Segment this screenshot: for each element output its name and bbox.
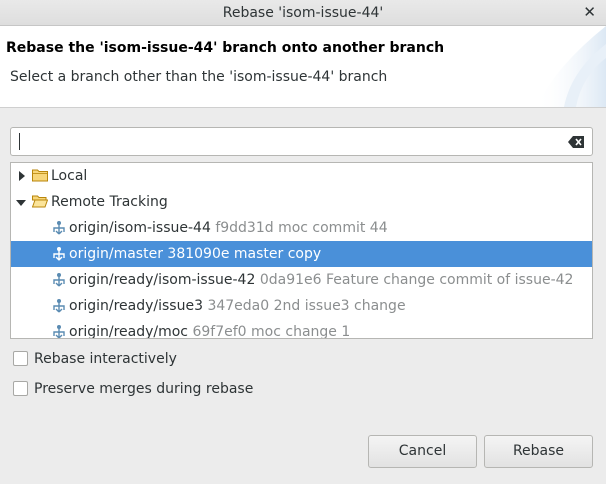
filter-field[interactable]	[10, 127, 593, 156]
remote-branch-icon	[53, 325, 65, 338]
branch-tree[interactable]: Local Remote Tracking origin/isom-issue-…	[10, 162, 593, 339]
expand-arrow-icon[interactable]	[18, 171, 26, 181]
branch-commit-info: f9dd31d moc commit 44	[215, 220, 388, 236]
remote-branch-icon	[53, 273, 65, 287]
branch-commit-info: 69f7ef0 moc change 1	[192, 324, 351, 339]
branch-name: origin/isom-issue-44	[69, 220, 211, 236]
branch-row[interactable]: origin/ready/isom-issue-42 0da91e6 Featu…	[11, 267, 592, 293]
text-cursor	[19, 133, 20, 150]
remote-branch-icon	[53, 247, 65, 261]
window-title: Rebase 'isom-issue-44'	[222, 5, 384, 21]
checkbox-box[interactable]	[13, 351, 28, 366]
remote-branch-icon	[53, 221, 65, 235]
clear-icon[interactable]	[568, 136, 584, 148]
title-bar: Rebase 'isom-issue-44' ✕	[0, 0, 606, 26]
remote-branch-icon	[53, 299, 65, 313]
page-title: Rebase the 'isom-issue-44' branch onto a…	[6, 40, 445, 56]
close-icon[interactable]: ✕	[583, 3, 596, 21]
branch-name: origin/ready/isom-issue-42	[69, 272, 256, 288]
branch-row[interactable]: origin/isom-issue-44 f9dd31d moc commit …	[11, 215, 592, 241]
checkbox-box[interactable]	[13, 381, 28, 396]
page-description: Select a branch other than the 'isom-iss…	[10, 69, 388, 85]
checkbox-label: Preserve merges during rebase	[34, 381, 254, 397]
tree-node-label: Remote Tracking	[51, 194, 168, 210]
branch-name: origin/master	[69, 246, 163, 262]
folder-icon	[32, 169, 48, 182]
banner-graphic	[536, 26, 606, 107]
branch-row-selected[interactable]: origin/master 381090e master copy	[11, 241, 592, 267]
branch-name: origin/ready/moc	[69, 324, 189, 339]
checkbox-label: Rebase interactively	[34, 351, 177, 367]
branch-commit-info: 0da91e6 Feature change commit of issue-4…	[259, 272, 574, 288]
branch-filter-input[interactable]	[17, 131, 557, 152]
collapse-arrow-icon[interactable]	[16, 199, 26, 207]
cancel-button[interactable]: Cancel	[368, 435, 477, 468]
branch-row[interactable]: origin/ready/issue3 347eda0 2nd issue3 c…	[11, 293, 592, 319]
branch-name: origin/ready/issue3	[69, 298, 203, 314]
rebase-button[interactable]: Rebase	[484, 435, 593, 468]
tree-node-label: Local	[51, 168, 88, 184]
branch-commit-info: 347eda0 2nd issue3 change	[207, 298, 406, 314]
open-folder-icon	[32, 195, 48, 208]
branch-commit-info: 381090e master copy	[167, 246, 322, 262]
branch-row[interactable]: origin/ready/moc 69f7ef0 moc change 1	[11, 319, 592, 339]
wizard-header: Rebase the 'isom-issue-44' branch onto a…	[0, 26, 606, 108]
tree-node-local[interactable]: Local	[11, 163, 592, 189]
tree-node-remote-tracking[interactable]: Remote Tracking	[11, 189, 592, 215]
